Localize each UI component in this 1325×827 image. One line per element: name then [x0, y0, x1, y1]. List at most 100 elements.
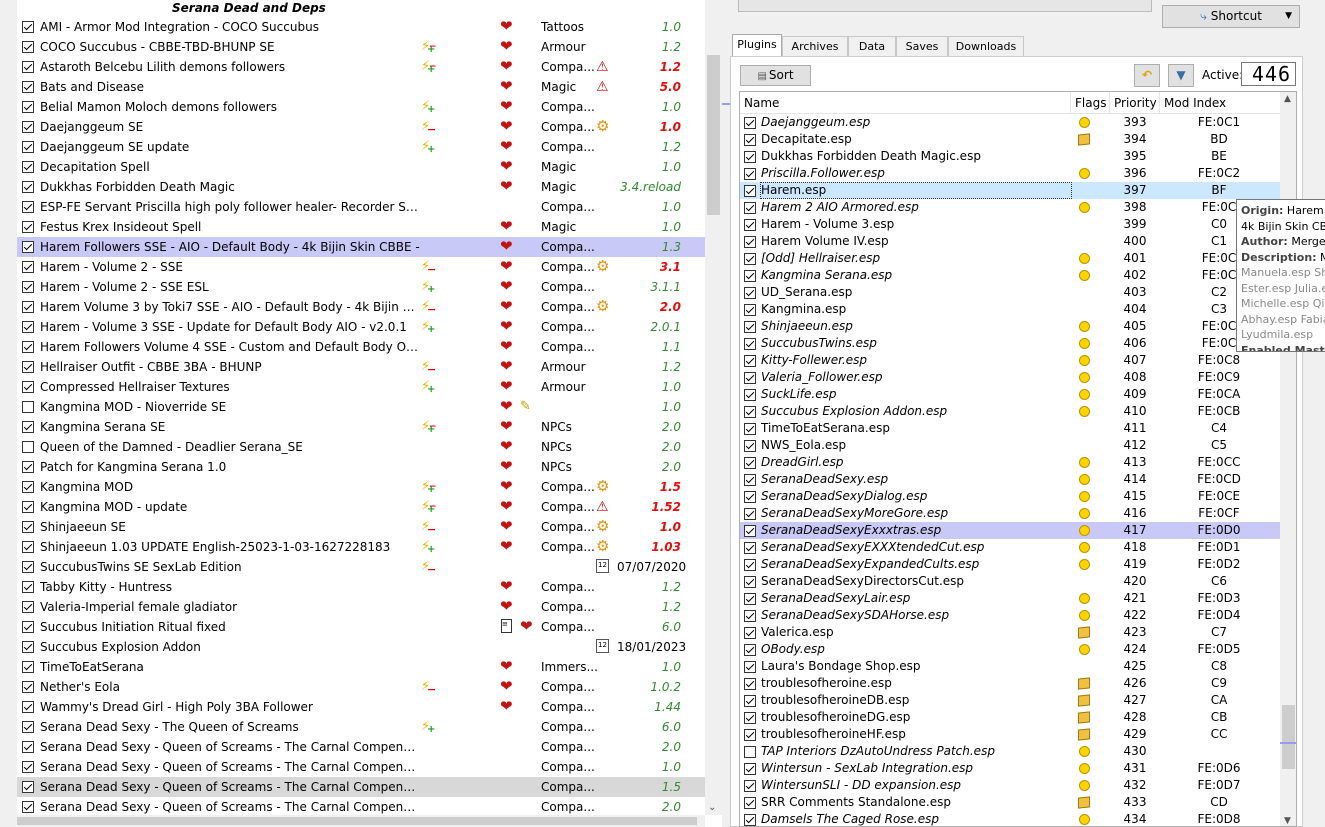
mod-enable-checkbox[interactable] [22, 221, 34, 233]
mod-enable-checkbox[interactable] [22, 601, 34, 613]
plugin-row[interactable]: Kangmina Serana.esp 402 FE:0C [740, 267, 1280, 284]
plugin-enable-checkbox[interactable] [744, 797, 756, 809]
restore-backup-button[interactable]: ↶ [1134, 64, 1160, 87]
mod-enable-checkbox[interactable] [22, 21, 34, 33]
plugin-enable-checkbox[interactable] [744, 593, 756, 605]
mod-row[interactable]: Hellraiser Outfit - CBBE 3BA - BHUNP ⚡ − ❤ A… [17, 357, 705, 377]
plugin-enable-checkbox[interactable] [744, 763, 756, 775]
mod-enable-checkbox[interactable] [22, 561, 34, 573]
plugin-enable-checkbox[interactable] [744, 304, 756, 316]
mod-enable-checkbox[interactable] [22, 241, 34, 253]
mod-row[interactable]: Harem - Volume 2 - SSE ⚡ − ❤ Compa... ⚙ 3.1 [17, 257, 705, 277]
mod-enable-checkbox[interactable] [22, 41, 34, 53]
plugin-row[interactable]: SeranaDeadSexySDAHorse.esp 422 FE:0D4 [740, 607, 1280, 624]
plugin-enable-checkbox[interactable] [744, 355, 756, 367]
column-header-name[interactable]: Name [740, 92, 1071, 114]
mod-row[interactable]: Harem Volume 3 by Toki7 SSE - AIO - Defa… [17, 297, 705, 317]
plugin-enable-checkbox[interactable] [744, 134, 756, 146]
plugin-row[interactable]: Wintersun - SexLab Integration.esp 431 FE:… [740, 760, 1280, 777]
plugin-row[interactable]: Valerica.esp 423 C7 [740, 624, 1280, 641]
mod-row[interactable]: Kangmina MOD - Nioverride SE ❤ ✎ 1.0 [17, 397, 705, 417]
plugin-enable-checkbox[interactable] [744, 338, 756, 350]
scroll-down-arrow-icon[interactable]: ⌄ [708, 802, 716, 813]
mod-enable-checkbox[interactable] [22, 621, 34, 633]
top-combobox[interactable] [738, 0, 1152, 12]
mod-enable-checkbox[interactable] [22, 121, 34, 133]
plugin-enable-checkbox[interactable] [744, 525, 756, 537]
plugin-enable-checkbox[interactable] [744, 457, 756, 469]
mod-row[interactable]: Succubus Explosion Addon 12 18/01/2023 [17, 637, 705, 657]
plugin-row[interactable]: SeranaDeadSexyDialog.esp 415 FE:0CE [740, 488, 1280, 505]
plugin-row[interactable]: SRR Comments Standalone.esp 433 CD [740, 794, 1280, 811]
mod-enable-checkbox[interactable] [22, 521, 34, 533]
plugin-enable-checkbox[interactable] [744, 253, 756, 265]
plugin-row[interactable]: Priscilla.Follower.esp 396 FE:0C2 [740, 165, 1280, 182]
create-backup-button[interactable]: ▼ [1168, 64, 1194, 87]
mod-row[interactable]: Dukkhas Forbidden Death Magic ❤ Magic 3.4.r… [17, 177, 705, 197]
mod-enable-checkbox[interactable] [22, 721, 34, 733]
plugin-enable-checkbox[interactable] [744, 814, 756, 826]
plugin-row[interactable]: Harem.esp 397 BF [740, 182, 1280, 199]
mod-row[interactable]: Belial Mamon Moloch demons followers ⚡ + ❤ C… [17, 97, 705, 117]
plugin-row[interactable]: TimeToEatSerana.esp 411 C4 [740, 420, 1280, 437]
mod-row[interactable]: Daejanggeum SE ⚡ − ❤ Compa... ⚙ 1.0 [17, 117, 705, 137]
plugin-enable-checkbox[interactable] [744, 151, 756, 163]
tab-plugins[interactable]: Plugins [732, 34, 782, 56]
plugin-row[interactable]: UD_Serana.esp 403 C2 [740, 284, 1280, 301]
sort-button[interactable]: ▤ Sort [740, 65, 811, 86]
mod-row[interactable]: Astaroth Belcebu Lilith demons followers… [17, 57, 705, 77]
mod-enable-checkbox[interactable] [22, 801, 34, 813]
mod-row[interactable]: Tabby Kitty - Huntress ❤ Compa... 1.2 [17, 577, 705, 597]
plugin-row[interactable]: Harem - Volume 3.esp 399 C0 [740, 216, 1280, 233]
plugin-row[interactable]: Succubus Explosion Addon.esp 410 FE:0CB [740, 403, 1280, 420]
mod-enable-checkbox[interactable] [22, 441, 34, 453]
plugin-enable-checkbox[interactable] [744, 542, 756, 554]
plugin-row[interactable]: troublesofheroineDB.esp 427 CA [740, 692, 1280, 709]
mod-enable-checkbox[interactable] [22, 761, 34, 773]
mod-enable-checkbox[interactable] [22, 701, 34, 713]
plugin-enable-checkbox[interactable] [744, 219, 756, 231]
mod-row[interactable]: Valeria-Imperial female gladiator ❤ Compa.… [17, 597, 705, 617]
mod-row[interactable]: Festus Krex Insideout Spell ❤ Magic 1.0 [17, 217, 705, 237]
mod-row[interactable]: COCO Succubus - CBBE-TBD-BHUNP SE ⚡ + − ❤ Arm… [17, 37, 705, 57]
plugin-enable-checkbox[interactable] [744, 202, 756, 214]
mod-row[interactable]: Compressed Hellraiser Textures ⚡ + ❤ Armour 1… [17, 377, 705, 397]
plugin-row[interactable]: SeranaDeadSexyExpandedCults.esp 419 FE:0D2 [740, 556, 1280, 573]
mod-row[interactable]: Kangmina MOD ⚡ + − ❤ Compa... ⚙ 1.5 [17, 477, 705, 497]
mod-row[interactable]: Serana Dead Sexy - Queen of Screams - Th… [17, 777, 705, 797]
plugin-row[interactable]: SuckLife.esp 409 FE:0CA [740, 386, 1280, 403]
mod-enable-checkbox[interactable] [22, 361, 34, 373]
mod-enable-checkbox[interactable] [22, 401, 34, 413]
tab-archives[interactable]: Archives [782, 36, 848, 56]
mod-row[interactable]: Wammy's Dread Girl - High Poly 3BA Follo… [17, 697, 705, 717]
plugin-row[interactable]: Dukkhas Forbidden Death Magic.esp 395 BE [740, 148, 1280, 165]
plugin-row[interactable]: SeranaDeadSexyMoreGore.esp 416 FE:0CF [740, 505, 1280, 522]
mod-row[interactable]: Serana Dead Sexy - Queen of Screams - Th… [17, 757, 705, 777]
mod-row[interactable]: Serana Dead Sexy - Queen of Screams - Th… [17, 737, 705, 757]
plugin-row[interactable]: Valeria_Follower.esp 408 FE:0C9 [740, 369, 1280, 386]
plugin-enable-checkbox[interactable] [744, 712, 756, 724]
plugin-row[interactable]: Daejanggeum.esp 393 FE:0C1 [740, 114, 1280, 131]
plugin-enable-checkbox[interactable] [744, 695, 756, 707]
mod-enable-checkbox[interactable] [22, 481, 34, 493]
plugin-enable-checkbox[interactable] [744, 321, 756, 333]
column-header-flags[interactable]: Flags [1071, 92, 1110, 114]
plugin-row[interactable]: Harem Volume IV.esp 400 C1 [740, 233, 1280, 250]
mod-row[interactable]: Queen of the Damned - Deadlier Serana_SE… [17, 437, 705, 457]
plugin-enable-checkbox[interactable] [744, 559, 756, 571]
plugin-row[interactable]: SeranaDeadSexyLair.esp 421 FE:0D3 [740, 590, 1280, 607]
mod-row[interactable]: TimeToEatSerana ❤ Immers... 1.0 [17, 657, 705, 677]
plugin-enable-checkbox[interactable] [744, 644, 756, 656]
scroll-up-arrow-icon[interactable]: ▲ [1284, 94, 1291, 104]
mod-enable-checkbox[interactable] [22, 661, 34, 673]
scrollbar-thumb[interactable] [707, 55, 720, 215]
mod-enable-checkbox[interactable] [22, 321, 34, 333]
plugin-row[interactable]: Decapitate.esp 394 BD [740, 131, 1280, 148]
plugin-enable-checkbox[interactable] [744, 576, 756, 588]
plugin-row[interactable]: TAP Interiors DzAutoUndress Patch.esp 430 [740, 743, 1280, 760]
mod-enable-checkbox[interactable] [22, 681, 34, 693]
mod-enable-checkbox[interactable] [22, 641, 34, 653]
mod-row[interactable]: Decapitation Spell ❤ Magic 1.0 [17, 157, 705, 177]
mod-enable-checkbox[interactable] [22, 501, 34, 513]
plugin-enable-checkbox[interactable] [744, 440, 756, 452]
